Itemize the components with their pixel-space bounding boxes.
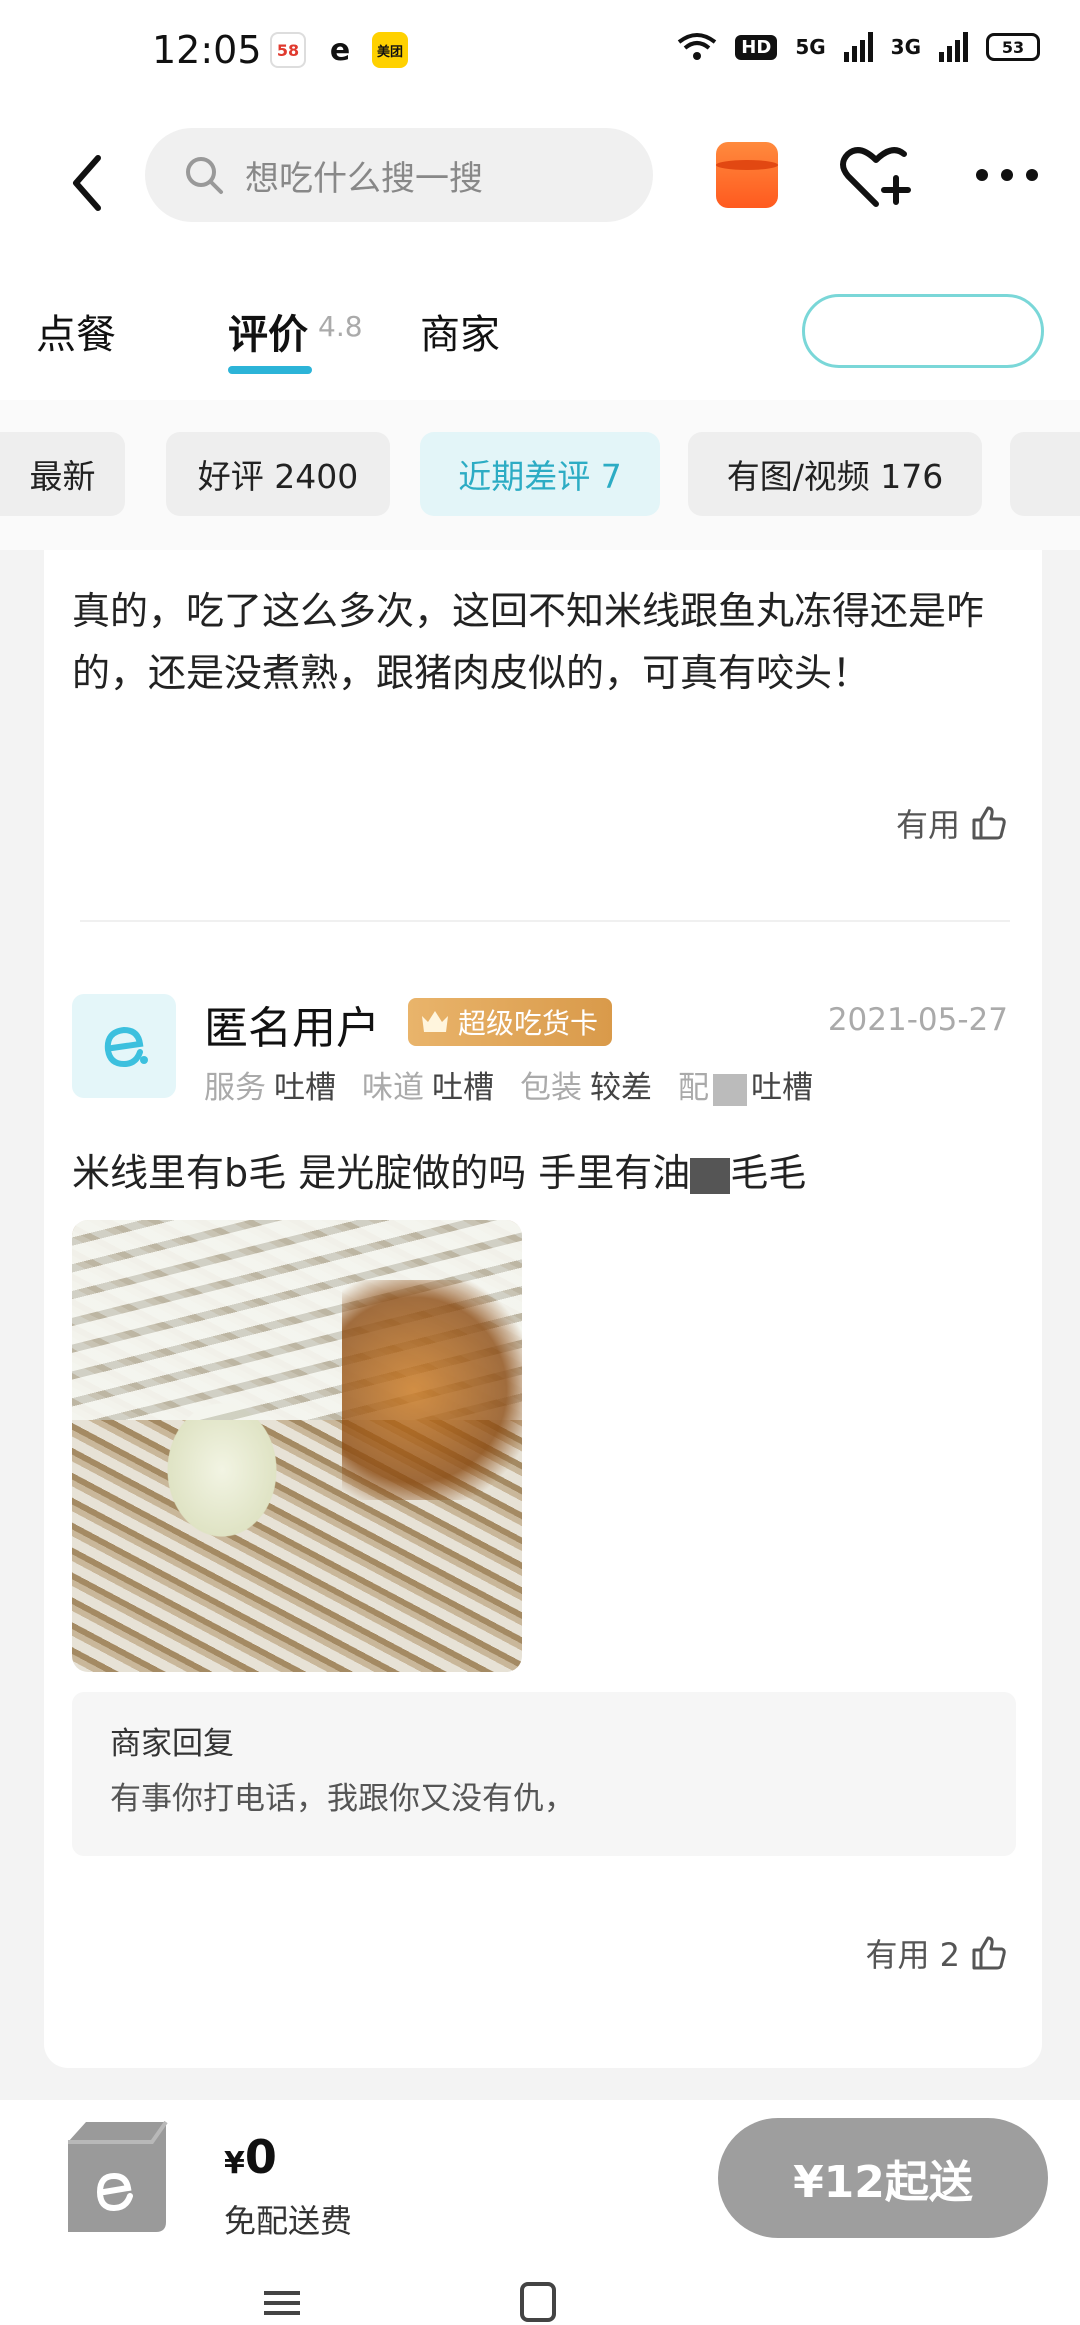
- rating-tags: 服务 吐槽 味道 吐槽 包装 较差 配吐槽: [204, 1062, 813, 1107]
- filter-recent-bad[interactable]: 近期差评 7: [420, 432, 660, 516]
- rating-value: 吐槽: [274, 1070, 336, 1106]
- status-bar: 12:05 58 e 美团 HD 5G 3G 53: [0, 0, 1080, 110]
- nav-bar: 想吃什么搜一搜: [0, 110, 1080, 260]
- rating-key: 包装: [520, 1070, 582, 1106]
- cart-box-icon[interactable]: [56, 2114, 178, 2242]
- filter-good[interactable]: 好评 2400: [166, 432, 390, 516]
- network-3g-label: 3G: [890, 35, 921, 59]
- cart-bar: ¥0 免配送费 ¥12起送: [0, 2100, 1080, 2260]
- review-text-part: 毛毛: [730, 1151, 807, 1195]
- rating-value: 较差: [590, 1070, 652, 1106]
- review-divider: [80, 920, 1010, 922]
- filter-latest[interactable]: 最新: [0, 432, 125, 516]
- reply-title: 商家回复: [110, 1726, 234, 1762]
- useful-label: 有用 2: [865, 1936, 960, 1974]
- delivery-fee: 免配送费: [224, 2202, 353, 2240]
- cart-price-value: 0: [244, 2130, 277, 2184]
- checkout-button[interactable]: ¥12起送: [718, 2118, 1048, 2238]
- status-time: 12:05: [152, 28, 262, 72]
- crown-icon: [422, 1011, 448, 1032]
- header-pill-button[interactable]: [802, 294, 1044, 368]
- filter-media[interactable]: 有图/视频 176: [688, 432, 982, 516]
- status-right: HD 5G 3G 53: [677, 32, 1040, 62]
- thumbs-up-icon: [972, 1936, 1006, 1970]
- review-card: 真的，吃了这么多次，这回不知米线跟鱼丸冻得还是咋的，还是没煮熟，跟猪肉皮似的，可…: [44, 550, 1042, 2068]
- search-placeholder: 想吃什么搜一搜: [245, 158, 483, 199]
- battery-icon: 53: [986, 33, 1040, 61]
- red-packet-icon[interactable]: [716, 142, 778, 208]
- hd-badge: HD: [735, 34, 778, 60]
- redaction-mark: [690, 1157, 731, 1194]
- vip-badge: 超级吃货卡: [408, 998, 613, 1046]
- tab-merchant[interactable]: 商家: [420, 302, 500, 360]
- cart-price: ¥0: [224, 2130, 277, 2184]
- back-arrow-icon[interactable]: [60, 148, 120, 218]
- reply-text: 有事你打电话，我跟你又没有仇，: [110, 1781, 575, 1817]
- useful-label: 有用: [895, 806, 960, 844]
- search-input[interactable]: 想吃什么搜一搜: [145, 128, 653, 222]
- rating-delivery: 配 吐槽: [678, 1062, 813, 1107]
- vip-badge-label: 超级吃货卡: [458, 1007, 599, 1040]
- tab-active-indicator: [228, 366, 312, 374]
- meituan-app-icon: 美团: [372, 32, 408, 68]
- app-58-icon: 58: [270, 32, 306, 68]
- review-text: 米线里有b毛 是光腚做的吗 手里有油 毛毛: [72, 1142, 806, 1197]
- review-photo[interactable]: [72, 1220, 522, 1672]
- wifi-icon: [678, 33, 717, 60]
- rating-value: 吐槽: [751, 1070, 813, 1106]
- eleme-app-icon: e: [322, 32, 358, 68]
- avatar[interactable]: [72, 994, 176, 1098]
- useful-button[interactable]: 有用: [896, 800, 1008, 846]
- eleme-logo-icon: [104, 1026, 148, 1068]
- store-tabs: 点餐 评价 4.8 商家: [0, 260, 1080, 400]
- currency-symbol: ¥: [224, 2146, 245, 2181]
- rating-key: 味道: [362, 1070, 424, 1106]
- rating-key: 配: [678, 1070, 709, 1106]
- filter-more[interactable]: [1010, 432, 1080, 516]
- rating-taste: 味道 吐槽: [362, 1062, 494, 1107]
- rating-key: 服务: [204, 1070, 266, 1106]
- redaction-mark: [713, 1073, 747, 1106]
- tab-order[interactable]: 点餐: [36, 302, 116, 360]
- system-nav-bar: [0, 2260, 1080, 2325]
- favorite-add-icon[interactable]: [838, 144, 914, 210]
- home-icon[interactable]: [520, 2282, 556, 2322]
- review-date: 2021-05-27: [827, 1002, 1008, 1038]
- signal-icon: [843, 32, 873, 62]
- network-5g-label: 5G: [795, 35, 826, 59]
- merchant-reply: 商家回复 有事你打电话，我跟你又没有仇，: [72, 1692, 1016, 1856]
- rating-packaging: 包装 较差: [520, 1062, 652, 1107]
- review-text: 真的，吃了这么多次，这回不知米线跟鱼丸冻得还是咋的，还是没煮熟，跟猪肉皮似的，可…: [72, 589, 985, 695]
- rating-value: 吐槽: [432, 1070, 494, 1106]
- tab-review[interactable]: 评价: [228, 302, 308, 360]
- review-text-part: 米线里有b毛 是光腚做的吗 手里有油: [72, 1151, 691, 1195]
- signal-icon: [939, 32, 968, 62]
- useful-button[interactable]: 有用 2: [865, 1930, 1008, 1976]
- review-score: 4.8: [318, 310, 363, 343]
- thumbs-up-icon: [972, 806, 1006, 840]
- rating-service: 服务 吐槽: [204, 1062, 336, 1107]
- review-filters: 最新 好评 2400 近期差评 7 有图/视频 176: [0, 400, 1080, 550]
- recent-apps-icon[interactable]: [262, 2290, 302, 2316]
- search-icon: [186, 157, 223, 194]
- more-icon[interactable]: [972, 160, 1042, 190]
- username[interactable]: 匿名用户: [204, 992, 380, 1056]
